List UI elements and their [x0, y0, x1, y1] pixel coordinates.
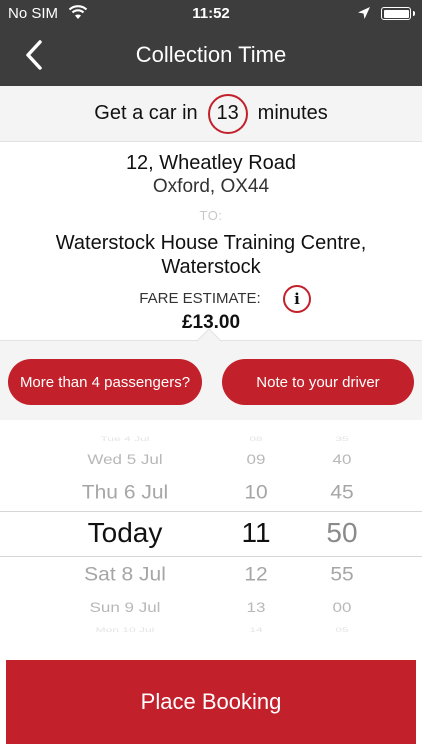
- destination-line-2: Waterstock: [161, 256, 261, 278]
- fare-estimate-label: FARE ESTIMATE:: [139, 290, 261, 307]
- to-label: TO:: [199, 208, 223, 223]
- eta-prefix: Get a car in: [94, 102, 198, 124]
- minute-wheel[interactable]: 35 40 45 50 55 00 05: [310, 420, 374, 660]
- minute-option[interactable]: 45: [310, 482, 374, 504]
- location-arrow-icon: [358, 7, 370, 19]
- day-option[interactable]: Wed 5 Jul: [40, 452, 210, 468]
- pickup-line-2: Oxford, OX44: [152, 176, 270, 197]
- hour-option[interactable]: 08: [226, 436, 286, 443]
- day-option-selected[interactable]: Today: [40, 517, 210, 549]
- minute-option[interactable]: 05: [310, 627, 374, 634]
- eta-minutes-badge: 13: [207, 93, 248, 134]
- hour-option[interactable]: 12: [226, 564, 286, 586]
- more-passengers-button[interactable]: More than 4 passengers?: [8, 359, 202, 405]
- eta-row: Get a car in 13 minutes: [0, 86, 422, 142]
- options-bar: More than 4 passengers? Note to your dri…: [0, 328, 422, 420]
- top-bar: No SIM 11:52 Collection Time: [0, 0, 422, 86]
- hour-option[interactable]: 14: [226, 627, 286, 634]
- status-bar: No SIM 11:52: [0, 0, 422, 28]
- day-wheel[interactable]: Tue 4 Jul Wed 5 Jul Thu 6 Jul Today Sat …: [40, 420, 210, 660]
- hour-option[interactable]: 13: [226, 600, 286, 616]
- hour-option[interactable]: 09: [226, 452, 286, 468]
- page-title: Collection Time: [135, 42, 287, 67]
- minute-option[interactable]: 00: [310, 600, 374, 616]
- minute-option[interactable]: 40: [310, 452, 374, 468]
- place-booking-button[interactable]: Place Booking: [6, 660, 416, 744]
- minute-option[interactable]: 55: [310, 564, 374, 586]
- note-to-driver-button[interactable]: Note to your driver: [222, 359, 414, 405]
- hour-option[interactable]: 10: [226, 482, 286, 504]
- minute-option[interactable]: 35: [310, 436, 374, 443]
- minute-option-selected[interactable]: 50: [310, 517, 374, 549]
- info-icon[interactable]: i: [283, 285, 311, 313]
- day-option[interactable]: Tue 4 Jul: [40, 436, 210, 443]
- day-option[interactable]: Thu 6 Jul: [40, 482, 210, 504]
- eta-suffix: minutes: [257, 102, 328, 124]
- day-option[interactable]: Sun 9 Jul: [40, 600, 210, 616]
- collection-time-picker[interactable]: Tue 4 Jul Wed 5 Jul Thu 6 Jul Today Sat …: [0, 420, 422, 660]
- hour-wheel[interactable]: 08 09 10 11 12 13 14: [226, 420, 286, 660]
- day-option[interactable]: Sat 8 Jul: [40, 564, 210, 586]
- hour-option-selected[interactable]: 11: [226, 517, 286, 549]
- pickup-line-1: 12, Wheatley Road: [125, 152, 297, 174]
- battery-icon: [381, 7, 415, 20]
- day-option[interactable]: Mon 10 Jul: [40, 627, 210, 634]
- destination-line-1: Waterstock House Training Centre,: [55, 232, 367, 254]
- journey-summary: 12, Wheatley Road Oxford, OX44 TO: Water…: [0, 142, 422, 340]
